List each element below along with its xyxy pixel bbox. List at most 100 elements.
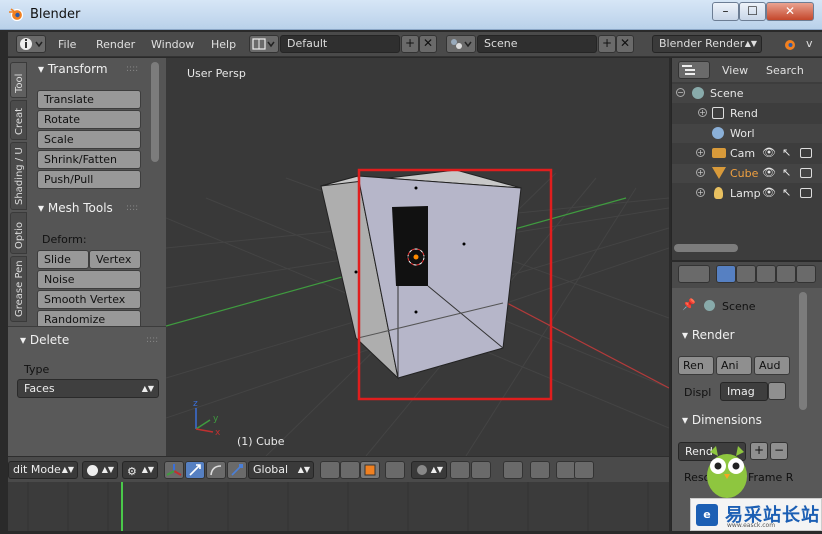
dimensions-panel-header[interactable]: ▾ Dimensions — [682, 413, 762, 427]
delete-type-select[interactable]: Faces ▲▼ — [17, 379, 159, 398]
render-panel-header[interactable]: ▾ Render — [682, 328, 735, 342]
translate-button[interactable]: Translate — [37, 90, 141, 109]
limit-selection-icon[interactable] — [385, 461, 405, 479]
object-tab-icon[interactable] — [796, 265, 816, 283]
expand-icon[interactable]: + — [696, 148, 705, 157]
scene-selector[interactable] — [446, 35, 476, 53]
selectable-cursor-icon[interactable]: ↖ — [782, 166, 791, 179]
snap-target-icon[interactable] — [503, 461, 523, 479]
render-tab-icon[interactable] — [716, 265, 736, 283]
outliner-item-renderlayers[interactable]: + Rend — [672, 104, 822, 123]
minimize-button[interactable]: – — [712, 2, 739, 21]
outliner-view-menu[interactable]: View — [722, 64, 748, 77]
transform-orientation-select[interactable]: Global ▲▼ — [248, 461, 314, 479]
menu-window[interactable]: Window — [151, 38, 194, 51]
render-layers-icon — [712, 107, 724, 119]
tab-options[interactable]: Optio — [10, 212, 27, 254]
cube-mesh[interactable] — [320, 169, 522, 380]
menu-file[interactable]: File — [58, 38, 76, 51]
3d-viewport[interactable]: z y x User Persp (1) Cube — [166, 58, 669, 456]
smooth-vertex-button[interactable]: Smooth Vertex — [37, 290, 141, 309]
remove-scene-button[interactable]: ✕ — [616, 35, 634, 53]
selectable-cursor-icon[interactable]: ↖ — [782, 146, 791, 159]
display-mode-select[interactable]: Imag — [720, 382, 768, 401]
outliner-item-cube[interactable]: + Cube 👁 ↖ — [672, 164, 822, 183]
viewport-shading-select[interactable]: ▲▼ — [82, 461, 118, 479]
tab-shading-uv[interactable]: Shading / U — [10, 142, 27, 210]
render-audio-button[interactable]: Aud — [754, 356, 790, 375]
manipulator-toggle-icon[interactable] — [164, 461, 184, 479]
snap-element-icon[interactable] — [471, 461, 491, 479]
snap-toggle-icon[interactable] — [450, 461, 470, 479]
shrink-fatten-button[interactable]: Shrink/Fatten — [37, 150, 141, 169]
push-pull-button[interactable]: Push/Pull — [37, 170, 141, 189]
outliner-item-lamp[interactable]: + Lamp 👁 ↖ — [672, 184, 822, 203]
outliner-editor-type[interactable] — [678, 61, 710, 79]
timeline-editor[interactable] — [8, 482, 669, 531]
rotate-manipulator-icon[interactable] — [206, 461, 226, 479]
vertex-slide-button[interactable]: Vertex — [89, 250, 141, 269]
lock-interface-icon[interactable] — [768, 382, 786, 400]
expand-icon[interactable]: + — [698, 108, 707, 117]
tool-shelf-scrollbar[interactable] — [151, 62, 159, 162]
menu-help[interactable]: Help — [211, 38, 236, 51]
outliner-item-scene[interactable]: − Scene — [672, 84, 822, 103]
tab-grease-pencil[interactable]: Grease Pen — [10, 256, 27, 322]
mesh-icon — [712, 167, 726, 179]
viewport-canvas[interactable]: z y x — [166, 58, 669, 456]
face-select-mode-icon[interactable] — [360, 461, 380, 479]
outliner-item-camera[interactable]: + Cam 👁 ↖ — [672, 144, 822, 163]
screen-layout-name[interactable]: Default — [280, 35, 400, 53]
add-scene-button[interactable]: + — [598, 35, 616, 53]
scale-button[interactable]: Scale — [37, 130, 141, 149]
transform-panel-header[interactable]: ▾ Transform — [38, 62, 108, 76]
maximize-button[interactable]: ☐ — [739, 2, 766, 21]
render-engine-select[interactable]: Blender Render ▲▼ — [652, 35, 762, 53]
collapse-icon[interactable]: − — [676, 88, 685, 97]
expand-icon[interactable]: + — [696, 168, 705, 177]
close-button[interactable]: ✕ — [766, 2, 814, 21]
expand-icon[interactable]: + — [696, 188, 705, 197]
pivot-point-select[interactable]: ⚙ ▲▼ — [122, 461, 158, 479]
renderable-camera-icon[interactable] — [800, 148, 812, 158]
scale-manipulator-icon[interactable] — [227, 461, 247, 479]
operator-panel-header[interactable]: ▾ Delete — [20, 333, 69, 347]
visibility-eye-icon[interactable]: 👁 — [762, 146, 776, 159]
editor-type-button[interactable] — [16, 35, 46, 53]
mesh-tools-panel-header[interactable]: ▾ Mesh Tools — [38, 201, 113, 215]
slide-edge-button[interactable]: Slide Ed — [37, 250, 89, 283]
renderable-camera-icon[interactable] — [800, 168, 812, 178]
screen-layout-selector[interactable] — [249, 35, 279, 53]
noise-button[interactable]: Noise — [37, 270, 141, 289]
outliner-item-world[interactable]: Worl — [672, 124, 822, 143]
render-preview-icon[interactable] — [556, 461, 576, 479]
remove-layout-button[interactable]: ✕ — [419, 35, 437, 53]
rotate-button[interactable]: Rotate — [37, 110, 141, 129]
properties-scrollbar[interactable] — [799, 292, 807, 410]
proportional-edit-select[interactable]: ▲▼ — [411, 461, 447, 479]
render-layers-tab-icon[interactable] — [736, 265, 756, 283]
render-animation-icon[interactable] — [574, 461, 594, 479]
outliner-h-scrollbar[interactable] — [674, 244, 738, 252]
tab-create[interactable]: Creat — [10, 100, 27, 140]
renderable-camera-icon[interactable] — [800, 188, 812, 198]
add-layout-button[interactable]: + — [401, 35, 419, 53]
tab-tool[interactable]: Tool — [10, 62, 27, 98]
visibility-eye-icon[interactable]: 👁 — [762, 186, 776, 199]
visibility-eye-icon[interactable]: 👁 — [762, 166, 776, 179]
menu-render[interactable]: Render — [96, 38, 135, 51]
properties-editor-type[interactable] — [678, 265, 710, 283]
render-image-button[interactable]: Ren — [678, 356, 714, 375]
scene-name[interactable]: Scene — [477, 35, 597, 53]
world-tab-icon[interactable] — [776, 265, 796, 283]
scene-tab-icon[interactable] — [756, 265, 776, 283]
outliner-search-menu[interactable]: Search — [766, 64, 804, 77]
selectable-cursor-icon[interactable]: ↖ — [782, 186, 791, 199]
translate-manipulator-icon[interactable] — [185, 461, 205, 479]
layers-icon[interactable] — [530, 461, 550, 479]
vertex-select-mode-icon[interactable] — [320, 461, 340, 479]
pin-icon[interactable]: 📌 — [682, 298, 696, 311]
render-animation-button[interactable]: Ani — [716, 356, 752, 375]
mode-select[interactable]: dit Mode ▲▼ — [8, 461, 78, 479]
edge-select-mode-icon[interactable] — [340, 461, 360, 479]
